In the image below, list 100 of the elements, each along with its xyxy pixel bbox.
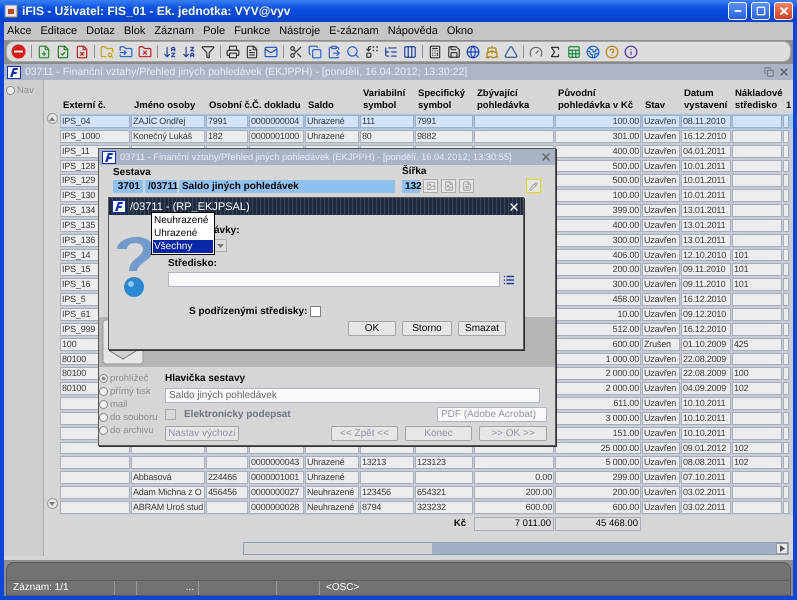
table-cell: 301.00 — [555, 130, 641, 143]
table-cell: Uzavřen — [642, 486, 680, 499]
table-cell: 512.00 — [555, 322, 641, 336]
column-header: Datum vystavení — [683, 88, 728, 113]
center-label: Středisko: — [168, 258, 218, 269]
table-cell: 16.12.2010 — [681, 293, 731, 306]
table-cell: 400.00 — [555, 144, 641, 158]
table-cell: 300.00 — [555, 278, 641, 292]
table-cell: 611.00 — [555, 397, 641, 410]
table-cell: Uzavřen — [642, 308, 680, 321]
column-header: 1 — [785, 100, 789, 113]
table-cell: 09.12.2010 — [681, 308, 731, 321]
table-cell: 10.10.2011 — [681, 397, 731, 410]
table-cell: 7991 — [206, 115, 248, 128]
table-cell: 299.00 — [555, 471, 641, 484]
table-cell: 25 000.00 — [555, 442, 641, 454]
window-title: 03711 - Finanční vztahy/Přehled jiných pohledávek (EKJPPH) - [pondělí, 16.04.2012; 13:30:22] — [25, 66, 468, 78]
table-cell: 1 000.00 — [555, 352, 641, 366]
table-cell: 100.00 — [555, 189, 641, 202]
table-cell: 08.08.2011 — [681, 456, 731, 470]
table-cell: Uzavřen — [642, 278, 680, 292]
window-title: iFIS - Uživatel: FIS_01 - Ek. jednotka: VYV@vyv — [22, 4, 292, 18]
table-cell: 101 — [732, 248, 782, 262]
column-header: Externí č. — [62, 100, 107, 113]
table-cell: Uzavřen — [642, 442, 680, 454]
table-cell: 01.10.2009 — [681, 338, 731, 350]
table-cell: 400.00 — [555, 218, 641, 232]
table-cell: 0.00 — [474, 471, 554, 484]
table-cell: Uzavřen — [642, 189, 680, 202]
total-label: Kč — [452, 518, 467, 530]
table-cell: 04.09.2009 — [681, 382, 731, 396]
status-field: ... — [137, 581, 199, 595]
table-cell: 399.00 — [555, 204, 641, 217]
column-header: Nákladové středisko — [734, 88, 782, 113]
table-cell: 123123 — [415, 456, 473, 470]
table-cell: 09.11.2010 — [681, 263, 731, 276]
subcenters-label: S podřízenými středisky: — [189, 306, 308, 317]
dialog-title: /03711 - (RP_EKJPSAL) — [130, 200, 251, 212]
table-cell: 2 000.00 — [555, 382, 641, 396]
table-cell: 22.08.2009 — [681, 352, 731, 366]
column-header: Zbývající pohledávka — [476, 88, 530, 113]
report-code: /03711 — [145, 180, 177, 193]
table-cell: Uzavřen — [642, 471, 680, 484]
table-cell: 08.11.2010 — [681, 115, 731, 128]
table-cell: 425 — [732, 338, 782, 350]
table-cell: 123456 — [360, 486, 414, 499]
table-cell: Uzavřen — [642, 174, 680, 188]
table-cell: 9882 — [415, 130, 473, 143]
table-cell: 10.10.2011 — [681, 426, 731, 440]
table-cell: 323232 — [415, 500, 473, 514]
table-cell: Neuhrazené — [305, 500, 359, 514]
table-cell: 151.00 — [555, 426, 641, 440]
table-cell: 101 — [732, 263, 782, 276]
total-cell: 7 011.00 — [474, 516, 554, 531]
table-cell: Uzavřen — [642, 204, 680, 217]
table-cell: 13.01.2011 — [681, 234, 731, 247]
table-cell: 654321 — [415, 486, 473, 499]
table-cell: 600.00 — [555, 500, 641, 514]
table-cell: 0000001001 — [249, 471, 304, 484]
table-cell: 80 — [360, 130, 414, 143]
table-cell: 13.01.2011 — [681, 218, 731, 232]
table-cell: 458.00 — [555, 293, 641, 306]
table-cell: 224466 — [206, 471, 248, 484]
table-cell: 22.08.2009 — [681, 367, 731, 380]
table-cell: 100 — [732, 367, 782, 380]
table-cell: 09.11.2010 — [681, 278, 731, 292]
table-cell: Uzavřen — [642, 397, 680, 410]
header-label: Hlavička sestavy — [165, 373, 246, 384]
table-cell: ABRAM Uroš stud — [131, 500, 205, 514]
table-cell: Uhrazené — [305, 130, 359, 143]
table-cell: Uzavřen — [642, 322, 680, 336]
table-cell: 200.00 — [555, 486, 641, 499]
table-cell: 102 — [732, 382, 782, 396]
table-cell: 07.10.2011 — [681, 471, 731, 484]
status-record: Záznam: 1/1 — [7, 581, 115, 595]
table-cell: 300.00 — [555, 234, 641, 247]
table-cell: Uzavřen — [642, 426, 680, 440]
table-cell: 102 — [732, 456, 782, 470]
table-cell: Uzavřen — [642, 352, 680, 366]
table-cell: 16.12.2010 — [681, 322, 731, 336]
table-cell: 101 — [732, 278, 782, 292]
column-header: Specifický symbol — [417, 88, 466, 113]
table-cell: 04.01.2011 — [681, 144, 731, 158]
table-cell: Uzavřen — [642, 218, 680, 232]
table-cell: 10.01.2011 — [681, 174, 731, 188]
table-cell: 03.02.2011 — [681, 500, 731, 514]
report-name: Saldo jiných pohledávek — [179, 180, 395, 193]
column-header: Saldo — [307, 100, 335, 113]
table-cell: 0000001000 — [249, 130, 304, 143]
table-cell: 2 000.00 — [555, 367, 641, 380]
column-header: Původní pohledávka v Kč — [557, 88, 634, 113]
width-value: 132 — [402, 180, 420, 192]
table-cell: 0000000027 — [249, 486, 304, 499]
table-cell: 456456 — [206, 486, 248, 499]
table-cell: Uhrazené — [305, 471, 359, 484]
table-cell: Uzavřen — [642, 144, 680, 158]
table-cell: Uhrazené — [305, 456, 359, 470]
table-cell: Uzavřen — [642, 130, 680, 143]
table-cell: 10.10.2011 — [681, 412, 731, 425]
table-cell: Abbasová — [131, 471, 205, 484]
